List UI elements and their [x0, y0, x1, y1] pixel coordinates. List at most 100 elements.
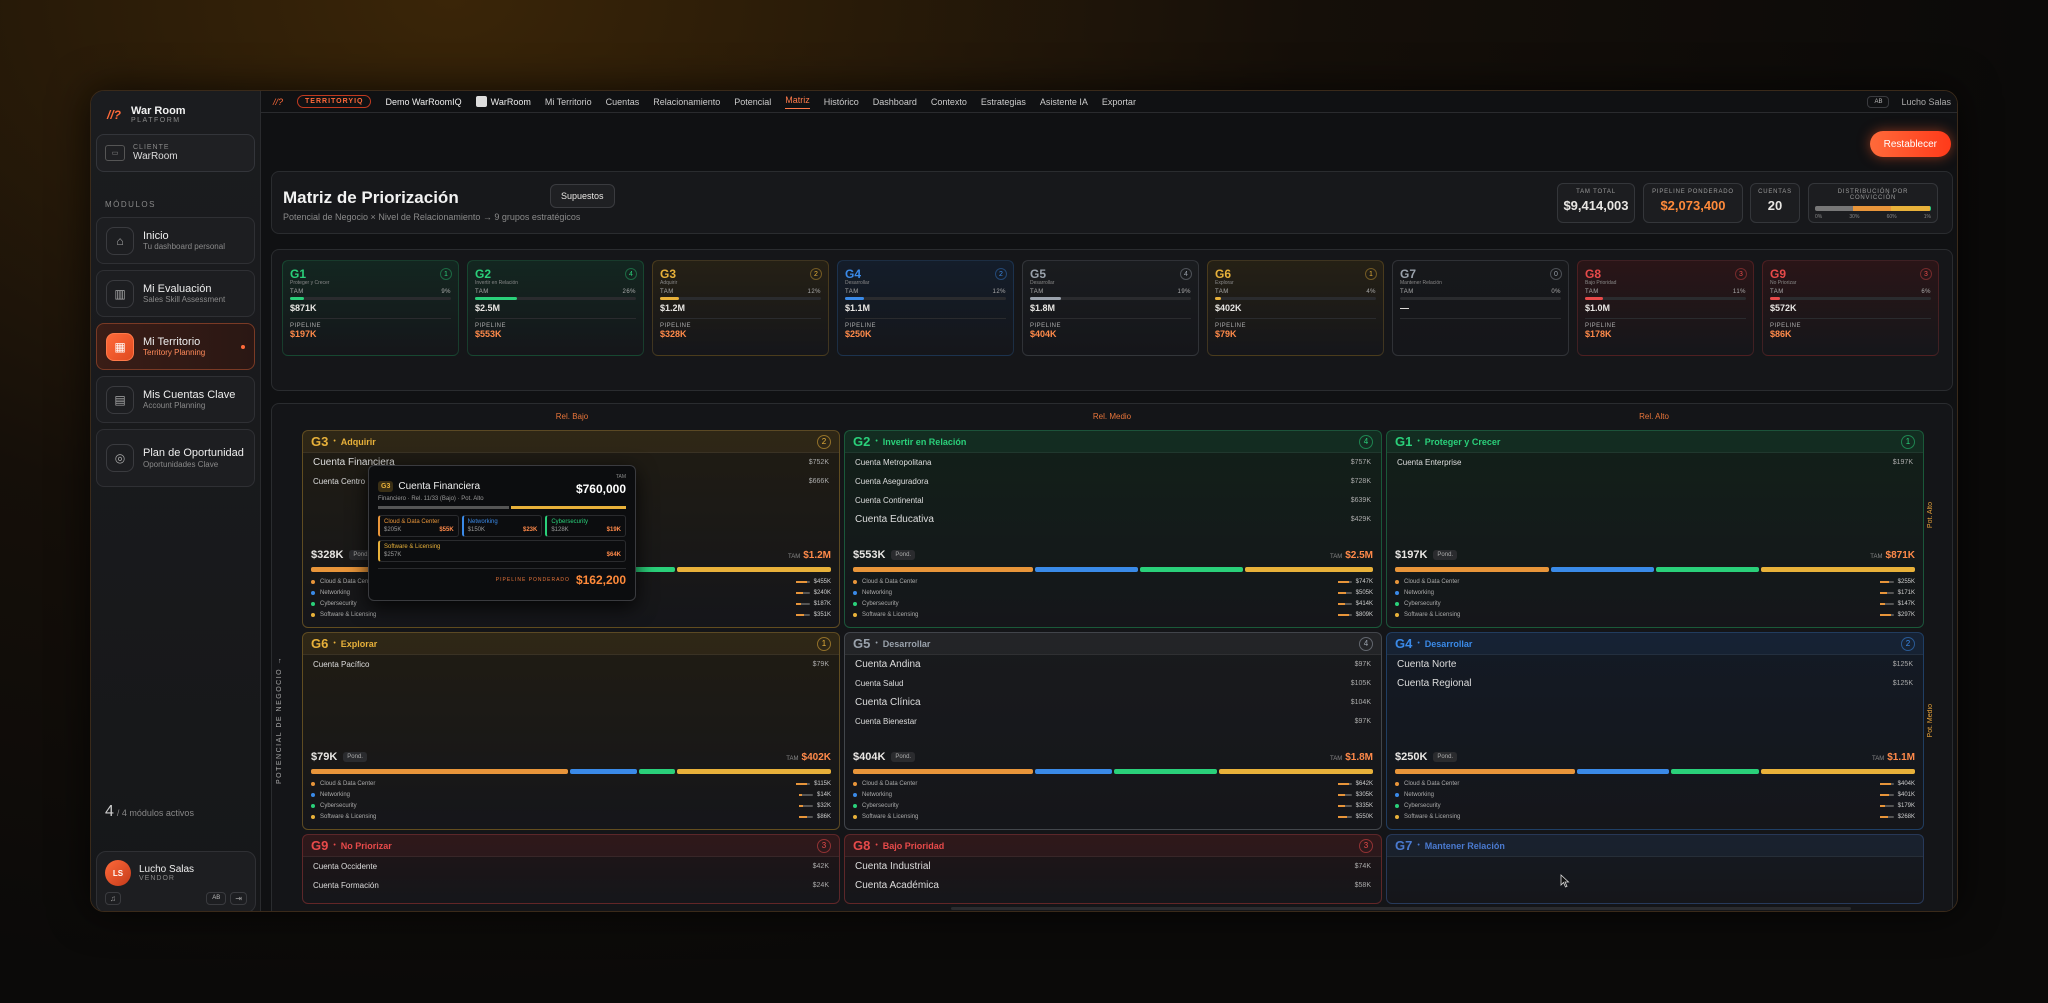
cell-header: G4 • Desarrollar 2 — [1387, 633, 1923, 655]
account-row[interactable]: Cuenta Norte $125K — [1387, 655, 1923, 674]
assumptions-button[interactable]: Supuestos — [550, 184, 615, 208]
tab-mi-territorio[interactable]: Mi Territorio — [545, 97, 592, 107]
segment — [1395, 567, 1550, 572]
legend-dot — [853, 612, 857, 617]
org-name[interactable]: Demo WarRoomIQ — [385, 97, 461, 107]
tip-seg-name: Networking — [467, 519, 498, 525]
matrix-cell-g1[interactable]: G1 • Proteger y Crecer 1 Cuenta Enterprise $1… — [1386, 430, 1924, 628]
nav-label: Mis Cuentas Clave — [143, 388, 236, 401]
group-id: G4 — [845, 267, 862, 281]
matrix-cell-g5[interactable]: G5 • Desarrollar 4 Cuenta Andina $97K Cuenta S… — [844, 632, 1382, 830]
divider — [1215, 318, 1376, 319]
legend-value: $115K — [814, 780, 831, 787]
segment — [570, 769, 637, 774]
logo[interactable]: //? War Room PLATFORM — [91, 91, 260, 134]
account-row[interactable]: Cuenta Pacífico $79K — [303, 655, 839, 674]
tab-asistente-ia[interactable]: Asistente IA — [1040, 97, 1088, 107]
matrix-cell-g9[interactable]: G9 • No Priorizar 3 Cuenta Occidente $42K Cuen… — [302, 834, 840, 904]
matrix-cell-g8[interactable]: G8 • Bajo Prioridad 3 Cuenta Industrial $74K C… — [844, 834, 1382, 904]
cell-totals: $79K Pond. TAM $402K — [311, 751, 831, 763]
account-row[interactable]: Cuenta Enterprise $197K — [1387, 453, 1923, 472]
col-header-rel-alto: Rel. Alto — [1639, 412, 1669, 421]
logout-icon[interactable]: ⇥ — [230, 892, 247, 905]
account-row[interactable]: Cuenta Andina $97K — [845, 655, 1381, 674]
account-row[interactable]: Cuenta Formación $24K — [303, 876, 839, 895]
segment — [1034, 567, 1138, 572]
nav-sub: Sales Skill Assessment — [143, 295, 226, 305]
account-row[interactable]: Cuenta Metropolitana $757K — [845, 453, 1381, 472]
account-name: Cuenta Clínica — [855, 697, 921, 708]
tam-label: TAM — [1215, 289, 1229, 295]
tab-estrategias[interactable]: Estrategias — [981, 97, 1026, 107]
account-row[interactable]: Cuenta Aseguradora $728K — [845, 472, 1381, 491]
legend-mini-bar — [798, 804, 813, 807]
top-user-name[interactable]: Lucho Salas — [1901, 97, 1951, 107]
group-card-g2[interactable]: G2 4 Invertir en Relación TAM 26% $2.5M PIPELI… — [467, 260, 644, 356]
cell-group-id: G9 — [311, 838, 329, 853]
account-row[interactable]: Cuenta Educativa $429K — [845, 510, 1381, 529]
account-row[interactable]: Cuenta Industrial $74K — [845, 857, 1381, 876]
account-row[interactable]: Cuenta Occidente $42K — [303, 857, 839, 876]
cell-tam: TAM $1.2M — [788, 550, 831, 561]
matrix-cell-g7[interactable]: G7 • Mantener Relación — [1386, 834, 1924, 904]
bullet-icon: • — [875, 842, 878, 849]
tab-relacionamiento[interactable]: Relacionamiento — [653, 97, 720, 107]
horizontal-scrollbar[interactable] — [951, 907, 1851, 910]
group-card-g4[interactable]: G4 2 Desarrollar TAM 12% $1.1M PIPELINE $250K — [837, 260, 1014, 356]
account-row[interactable]: Cuenta Continental $639K — [845, 491, 1381, 510]
reset-button[interactable]: Restablecer — [1869, 131, 1951, 157]
cell-pipeline: $250K — [1395, 751, 1428, 763]
cell-group-id: G2 — [853, 434, 871, 449]
legend-label: Cloud & Data Center — [862, 578, 918, 585]
legend-row: Cloud & Data Center $747K — [853, 576, 1373, 587]
nav-evaluacion[interactable]: ▥ Mi Evaluación Sales Skill Assessment — [96, 270, 255, 318]
group-card-g5[interactable]: G5 4 Desarrollar TAM 19% $1.8M PIPELINE $404K — [1022, 260, 1199, 356]
nav-territorio[interactable]: ▦ Mi Territorio Territory Planning — [96, 323, 255, 371]
tab-historico[interactable]: Histórico — [824, 97, 859, 107]
account-row[interactable]: Cuenta Clínica $104K — [845, 693, 1381, 712]
tab-contexto[interactable]: Contexto — [931, 97, 967, 107]
tab-potencial[interactable]: Potencial — [734, 97, 771, 107]
lang-button[interactable]: AB — [206, 892, 227, 905]
account-row[interactable]: Cuenta Regional $125K — [1387, 674, 1923, 693]
account-row[interactable]: Cuenta Bienestar $97K — [845, 712, 1381, 731]
tab-matriz[interactable]: Matriz — [785, 95, 810, 109]
client-selector[interactable]: ▭ CLIENTE WarRoom — [96, 134, 255, 173]
matrix-cell-g4[interactable]: G4 • Desarrollar 2 Cuenta Norte $125K Cuenta R… — [1386, 632, 1924, 830]
user-card[interactable]: LS Lucho Salas VENDOR ♫ AB ⇥ — [96, 851, 256, 911]
cell-group-name: Adquirir — [340, 436, 376, 447]
kpi-cuentas: CUENTAS 20 — [1750, 183, 1800, 223]
group-card-g6[interactable]: G6 1 Explorar TAM 4% $402K PIPELINE $79K — [1207, 260, 1384, 356]
tab-dashboard[interactable]: Dashboard — [873, 97, 917, 107]
nav-cuentas-clave[interactable]: ▤ Mis Cuentas Clave Account Planning — [96, 376, 255, 424]
segment — [1114, 769, 1217, 774]
territory-badge: TERRITORYIQ — [297, 95, 372, 108]
account-name: Cuenta Académica — [855, 880, 939, 891]
tam-value: $1.0M — [1585, 303, 1611, 313]
matrix-cell-g6[interactable]: G6 • Explorar 1 Cuenta Pacífico $79K $79K Pond.… — [302, 632, 840, 830]
legend: Cloud & Data Center $115K Networking $14K Cy… — [311, 778, 831, 822]
group-card-g7[interactable]: G7 0 Mantener Relación TAM 0% — — [1392, 260, 1569, 356]
matrix-cell-g2[interactable]: G2 • Invertir en Relación 4 Cuenta Metropoli… — [844, 430, 1382, 628]
account-row[interactable]: Cuenta Salud $105K — [845, 674, 1381, 693]
legend-mini-bar — [1879, 613, 1894, 616]
account-row[interactable]: Cuenta Académica $58K — [845, 876, 1381, 895]
group-count: 0 — [1550, 268, 1562, 280]
tam-label: TAM — [1329, 755, 1343, 762]
group-card-g9[interactable]: G9 3 No Priorizar TAM 6% $572K PIPELINE $86K — [1762, 260, 1939, 356]
pond-badge: Pond. — [891, 550, 916, 560]
tab-cuentas[interactable]: Cuentas — [606, 97, 640, 107]
lang-switch[interactable]: AB — [1867, 95, 1890, 108]
group-card-g8[interactable]: G8 3 Bajo Prioridad TAM 11% $1.0M PIPELINE $178… — [1577, 260, 1754, 356]
legend-mini-bar — [795, 602, 810, 605]
pond-badge: Pond. — [1433, 752, 1458, 762]
group-card-g1[interactable]: G1 1 Proteger y Crecer TAM 9% $871K PIPELINE $1… — [282, 260, 459, 356]
tab-exportar[interactable]: Exportar — [1102, 97, 1136, 107]
bell-icon[interactable]: ♫ — [105, 892, 121, 905]
group-card-g3[interactable]: G3 2 Adquirir TAM 12% $1.2M PIPELINE $328K — [652, 260, 829, 356]
account-value: $125K — [1892, 661, 1913, 668]
tam-row: TAM 26% — [475, 289, 636, 295]
nav-inicio[interactable]: ⌂ Inicio Tu dashboard personal — [96, 217, 255, 265]
nav-plan-oportunidad[interactable]: ◎ Plan de Oportunidad Oportunidades Clave — [96, 429, 255, 488]
workspace[interactable]: WarRoom — [475, 96, 531, 107]
